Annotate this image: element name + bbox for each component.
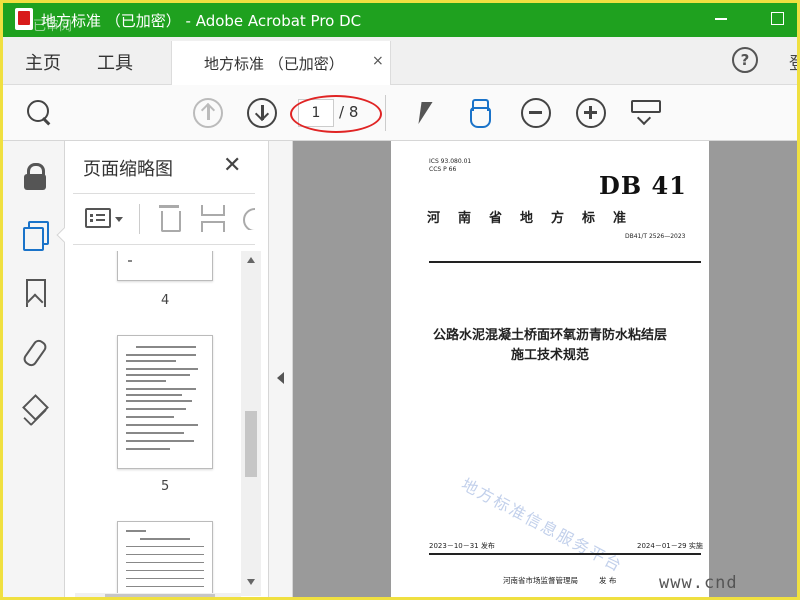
page-watermark: 地方标准信息服务平台 — [458, 474, 627, 576]
page-thumbnail[interactable] — [117, 335, 213, 469]
bookmark-icon[interactable] — [22, 279, 48, 307]
thumbnail-vertical-scrollbar[interactable] — [241, 251, 261, 596]
keyboard-scroll-icon[interactable] — [630, 98, 661, 128]
page-thumbnails-icon[interactable] — [22, 221, 49, 251]
chevron-left-icon — [277, 372, 284, 384]
minimize-button[interactable] — [710, 7, 732, 29]
next-page-button[interactable] — [247, 98, 277, 128]
thumbnail-horizontal-scrollbar[interactable] — [75, 593, 241, 597]
window-title: 地方标准 （已加密） - Adobe Acrobat Pro DC — [41, 12, 362, 30]
rotate-icon[interactable] — [241, 206, 255, 230]
page-thumbnail[interactable] — [117, 251, 213, 281]
overlay-watermark: 已审阅 — [33, 19, 73, 34]
thumbnail-page-number: 4 — [161, 293, 170, 308]
panel-title: 页面缩略图 — [83, 159, 173, 180]
scrollbar-thumb[interactable] — [105, 594, 215, 597]
standard-category: 河南省地方标准 — [427, 211, 645, 226]
site-watermark: www.cnd — [659, 573, 738, 593]
standard-number: DB41/T 2526—2023 — [625, 233, 686, 240]
sign-in-button[interactable]: 登 — [789, 49, 797, 74]
lock-icon[interactable] — [22, 163, 48, 191]
collapse-panel-handle[interactable] — [269, 141, 293, 597]
options-menu-icon[interactable] — [85, 208, 111, 228]
zoom-out-button[interactable] — [521, 98, 551, 128]
search-zoom-icon[interactable] — [25, 98, 55, 128]
document-view[interactable]: ICS 93.080.01 CCS P 66 DB 41 河南省地方标准 DB4… — [293, 141, 797, 597]
tab-bar: 主页 工具 地方标准 （已加密） × ? 登 — [3, 37, 797, 85]
implement-date: 2024－01－29 实施 — [637, 542, 703, 550]
split-page-icon[interactable] — [199, 205, 225, 232]
scrollbar-thumb[interactable] — [245, 411, 257, 477]
trash-icon[interactable] — [159, 205, 181, 232]
previous-page-button[interactable] — [193, 98, 223, 128]
minus-icon — [529, 111, 542, 114]
header-rule — [429, 261, 701, 263]
layers-icon[interactable] — [22, 395, 48, 423]
toolbar-divider — [385, 95, 386, 131]
close-tab-icon[interactable]: × — [372, 53, 384, 69]
select-pointer-icon[interactable] — [411, 98, 441, 128]
tab-document[interactable]: 地方标准 （已加密） × — [171, 41, 391, 85]
standard-code-logo: DB 41 — [599, 171, 687, 200]
app-window: 地方标准 （已加密） - Adobe Acrobat Pro DC 已审阅 主页… — [0, 0, 800, 600]
issuing-authority: 河南省市场监督管理局 — [503, 576, 578, 585]
attachment-icon[interactable] — [22, 337, 48, 365]
page-thumbnail[interactable] — [117, 521, 213, 596]
footer-rule — [429, 553, 701, 555]
maximize-button[interactable] — [766, 7, 788, 29]
thumbnail-toolbar — [73, 193, 255, 245]
main-toolbar: 1 / 8 — [3, 85, 797, 141]
pdf-page: ICS 93.080.01 CCS P 66 DB 41 河南省地方标准 DB4… — [391, 141, 709, 597]
toolbar-divider — [139, 204, 140, 234]
thumbnail-list[interactable]: 4 5 — [65, 251, 241, 596]
thumbnail-panel: 页面缩略图 ✕ 4 5 — [65, 141, 269, 597]
tab-home[interactable]: 主页 — [25, 49, 61, 75]
help-icon[interactable]: ? — [732, 47, 758, 73]
scroll-down-icon[interactable] — [247, 579, 255, 585]
left-tool-rail — [3, 141, 74, 597]
document-title-line1: 公路水泥混凝土桥面环氧沥青防水粘结层 — [432, 328, 667, 343]
hand-tool-icon[interactable] — [464, 98, 494, 128]
title-bar: 地方标准 （已加密） - Adobe Acrobat Pro DC 已审阅 — [3, 3, 797, 37]
ccs-code: CCS P 66 — [429, 166, 457, 173]
close-panel-icon[interactable]: ✕ — [223, 153, 241, 178]
chevron-down-icon[interactable] — [115, 217, 123, 222]
publish-label: 发 布 — [599, 576, 617, 585]
scroll-up-icon[interactable] — [247, 257, 255, 263]
highlight-annotation — [290, 95, 382, 133]
tab-tools[interactable]: 工具 — [97, 49, 133, 75]
document-title-line2: 施工技术规范 — [510, 348, 589, 363]
document-tab-label: 地方标准 （已加密） — [204, 55, 344, 73]
zoom-in-button[interactable] — [576, 98, 606, 128]
issue-date: 2023－10－31 发布 — [429, 542, 495, 550]
thumbnail-page-number: 5 — [161, 479, 170, 494]
acrobat-app-icon — [15, 8, 33, 30]
ics-code: ICS 93.080.01 — [429, 158, 472, 165]
